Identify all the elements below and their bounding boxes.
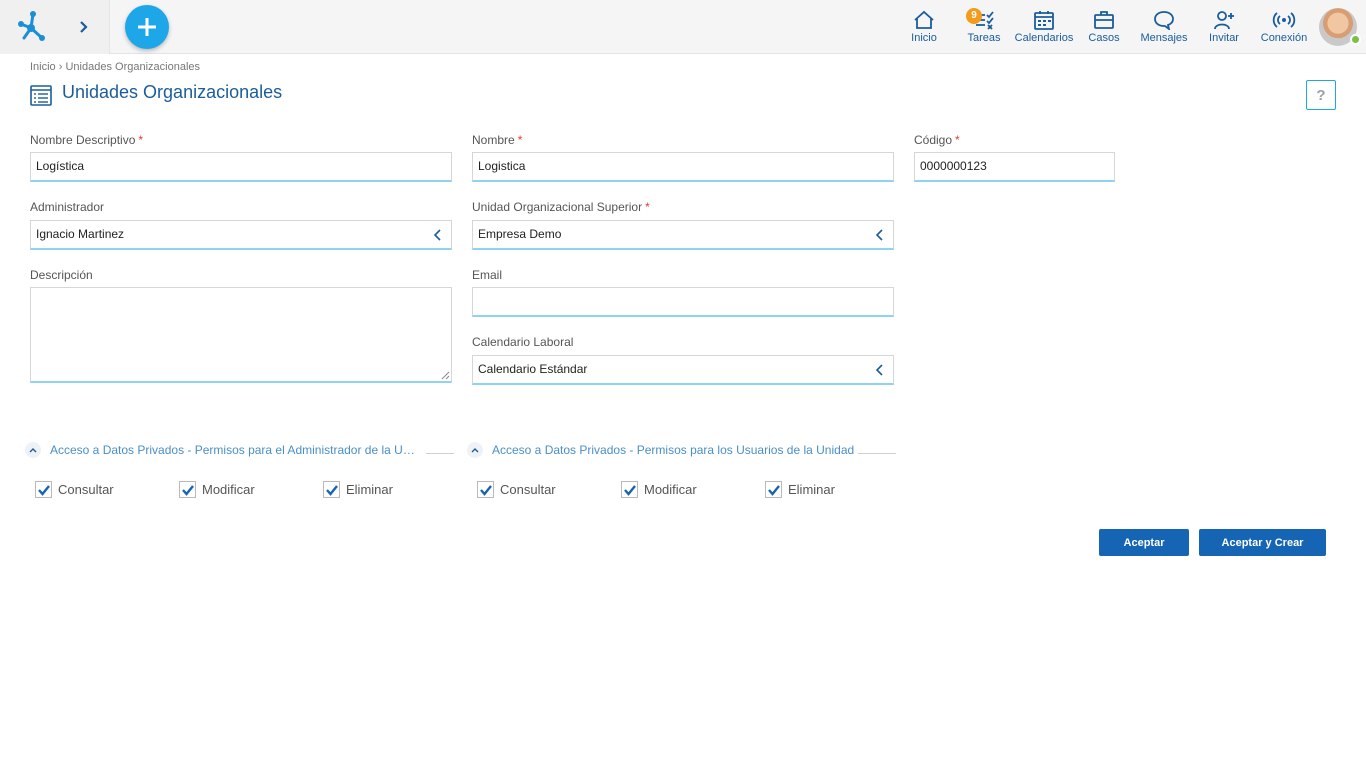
descripcion-label: Descripción	[30, 268, 93, 282]
nav-conexion[interactable]: Conexión	[1254, 0, 1314, 54]
section-toggle-button[interactable]	[25, 442, 41, 458]
calendario-field[interactable]: Calendario Estándar	[472, 355, 894, 385]
chat-icon	[1154, 11, 1174, 30]
breadcrumb-home[interactable]: Inicio	[30, 61, 56, 73]
help-button[interactable]: ?	[1306, 80, 1336, 110]
home-icon	[914, 10, 934, 29]
checkbox-box[interactable]	[179, 481, 196, 498]
checkbox-box[interactable]	[323, 481, 340, 498]
codigo-field[interactable]: 0000000123	[914, 152, 1115, 182]
tasks-badge: 9	[966, 8, 982, 24]
nombre-label: Nombre *	[472, 133, 523, 147]
checkbox-label: Consultar	[58, 482, 114, 497]
checkbox-label: Modificar	[202, 482, 255, 497]
checkbox-box[interactable]	[477, 481, 494, 498]
breadcrumb-separator: ›	[58, 61, 63, 73]
chevron-left-icon[interactable]	[873, 362, 887, 378]
briefcase-icon	[1094, 11, 1114, 29]
page-title: Unidades Organizacionales	[62, 82, 283, 102]
top-bar: Inicio 9 Tareas Calendarios Casos Mensaj…	[0, 0, 1366, 54]
section-divider	[426, 453, 454, 454]
plus-icon	[138, 18, 156, 36]
section-title: Acceso a Datos Privados - Permisos para …	[50, 443, 418, 457]
administrador-label: Administrador	[30, 200, 105, 214]
checkbox-label: Eliminar	[346, 482, 393, 497]
admin-consultar-checkbox[interactable]: Consultar	[35, 481, 114, 498]
unidad-superior-label: Unidad Organizacional Superior *	[472, 200, 650, 214]
org-unit-icon	[30, 85, 52, 106]
users-eliminar-checkbox[interactable]: Eliminar	[765, 481, 835, 498]
logo-area	[0, 0, 110, 54]
checkmark-icon	[768, 485, 780, 496]
nav-label: Conexión	[1260, 32, 1308, 44]
chevron-left-icon[interactable]	[873, 227, 887, 243]
users-consultar-checkbox[interactable]: Consultar	[477, 481, 556, 498]
checkbox-label: Modificar	[644, 482, 697, 497]
checkbox-box[interactable]	[621, 481, 638, 498]
checkbox-label: Eliminar	[788, 482, 835, 497]
breadcrumb-current: Unidades Organizacionales	[65, 61, 201, 73]
nav-mensajes[interactable]: Mensajes	[1134, 0, 1194, 54]
section-title: Acceso a Datos Privados - Permisos para …	[492, 443, 855, 457]
accept-and-create-button[interactable]: Aceptar y Crear	[1199, 529, 1326, 556]
checkmark-icon	[326, 485, 338, 496]
users-modificar-checkbox[interactable]: Modificar	[621, 481, 697, 498]
checkmark-icon	[38, 485, 50, 496]
checkbox-label: Consultar	[500, 482, 556, 497]
nombre-field[interactable]: Logistica	[472, 152, 894, 182]
section-toggle-button[interactable]	[467, 442, 483, 458]
nav-calendarios[interactable]: Calendarios	[1014, 0, 1074, 54]
resize-handle-icon[interactable]	[441, 371, 450, 380]
chevron-up-icon	[471, 448, 479, 453]
email-label: Email	[472, 268, 503, 282]
email-field[interactable]	[472, 287, 894, 317]
invite-user-icon	[1214, 11, 1234, 30]
section-divider	[858, 453, 896, 454]
breadcrumb: Inicio › Unidades Organizacionales	[30, 61, 200, 73]
checkbox-box[interactable]	[765, 481, 782, 498]
nombre-descriptivo-label: Nombre Descriptivo *	[30, 133, 144, 147]
add-button[interactable]	[125, 5, 169, 49]
codigo-label: Código *	[914, 133, 960, 147]
administrador-field[interactable]: Ignacio Martinez	[30, 220, 452, 250]
online-status-indicator	[1350, 34, 1361, 45]
connection-icon	[1272, 12, 1296, 28]
admin-permissions-section-header[interactable]: Acceso a Datos Privados - Permisos para …	[25, 440, 420, 460]
chevron-right-icon[interactable]	[74, 16, 94, 38]
nav-casos[interactable]: Casos	[1074, 0, 1134, 54]
nav-inicio[interactable]: Inicio	[894, 0, 954, 54]
calendar-icon	[1034, 11, 1054, 30]
nombre-descriptivo-field[interactable]: Logística	[30, 152, 452, 182]
calendario-label: Calendario Laboral	[472, 335, 574, 349]
nav-invitar[interactable]: Invitar	[1194, 0, 1254, 54]
logo-icon[interactable]	[12, 8, 50, 46]
checkmark-icon	[182, 485, 194, 496]
unidad-superior-field[interactable]: Empresa Demo	[472, 220, 894, 250]
checkbox-box[interactable]	[35, 481, 52, 498]
nav-tareas[interactable]: 9 Tareas	[954, 0, 1014, 54]
accept-button[interactable]: Aceptar	[1099, 529, 1189, 556]
descripcion-textarea[interactable]	[30, 287, 452, 383]
users-permissions-section-header[interactable]: Acceso a Datos Privados - Permisos para …	[467, 440, 857, 460]
chevron-left-icon[interactable]	[431, 227, 445, 243]
chevron-up-icon	[29, 448, 37, 453]
checkmark-icon	[480, 485, 492, 496]
admin-eliminar-checkbox[interactable]: Eliminar	[323, 481, 393, 498]
admin-modificar-checkbox[interactable]: Modificar	[179, 481, 255, 498]
checkmark-icon	[624, 485, 636, 496]
